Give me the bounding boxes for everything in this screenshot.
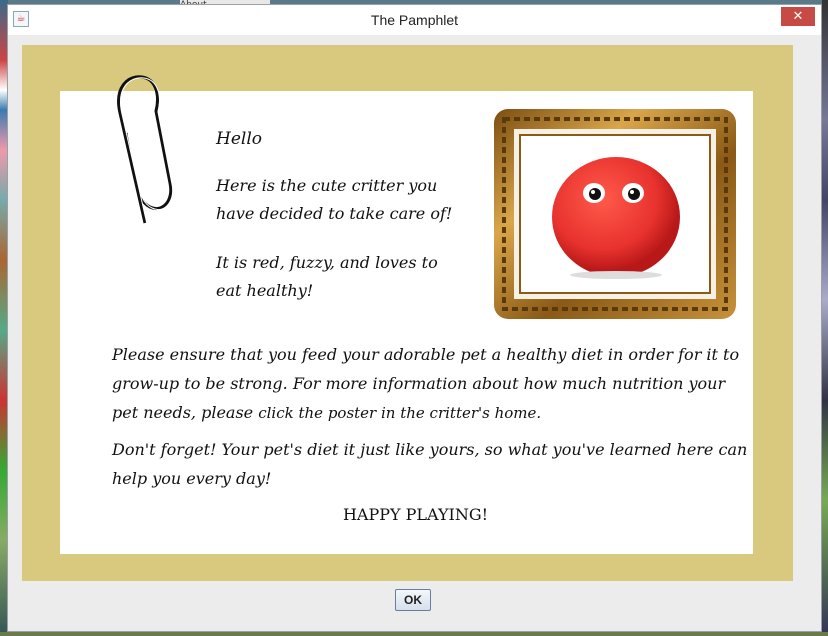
greeting-text: Hello <box>216 129 262 149</box>
traits-text: It is red, fuzzy, and loves to eat healt… <box>216 253 438 300</box>
pamphlet-dialog: ☕ The Pamphlet ✕ Hello Here is the cute … <box>7 4 822 632</box>
critter-picture-frame <box>494 109 736 319</box>
title-bar[interactable]: ☕ The Pamphlet ✕ <box>8 5 821 35</box>
desktop-background-right <box>822 0 828 636</box>
close-button[interactable]: ✕ <box>781 7 815 26</box>
feeding-paragraph: Please ensure that you feed your adorabl… <box>112 340 742 428</box>
window-title: The Pamphlet <box>370 12 459 28</box>
poster-hint-text: click the poster in the critter's home. <box>258 404 542 422</box>
paperclip-icon <box>117 75 174 225</box>
closing-text: HAPPY PLAYING! <box>342 505 489 524</box>
desktop-background-bottom <box>0 632 828 636</box>
reminder-paragraph: Don't forget! Your pet's diet it just li… <box>112 440 748 488</box>
ok-button[interactable]: OK <box>395 589 431 611</box>
intro-text: Here is the cute critter you have decide… <box>216 176 453 223</box>
